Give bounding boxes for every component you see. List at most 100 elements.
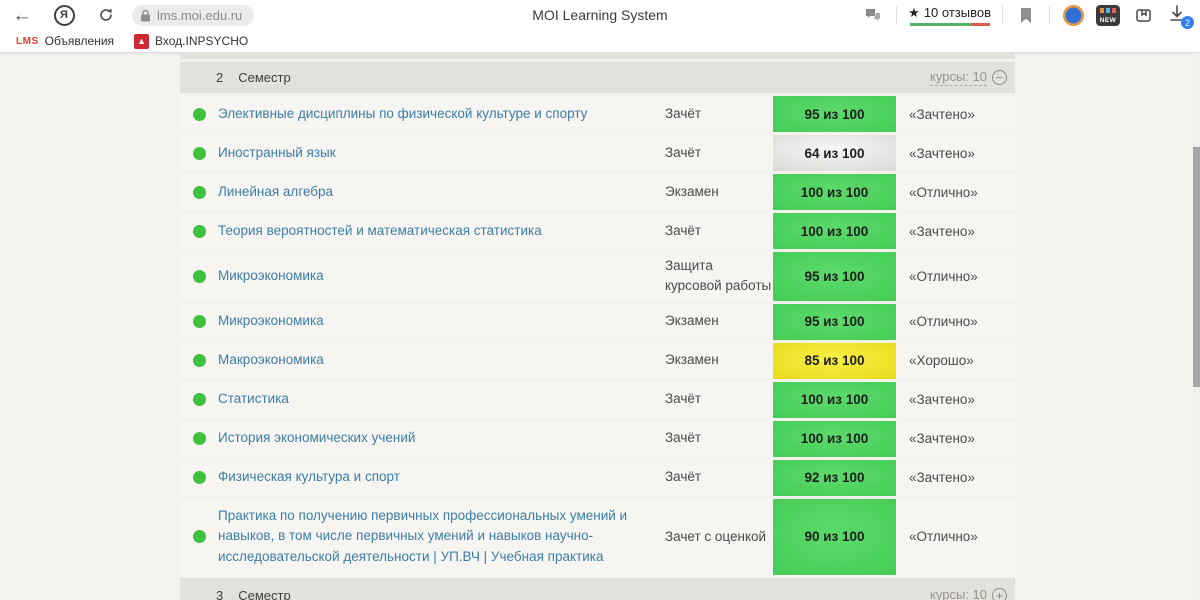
course-link[interactable]: Микроэкономика (218, 311, 324, 332)
collections-button[interactable] (1131, 3, 1155, 27)
assessment-type: Зачёт (665, 222, 702, 238)
assessment-type: Зачёт (665, 105, 702, 121)
bookmark-label: Вход.INPSYCHO (155, 34, 249, 48)
course-row: Микроэкономика Экзамен 95 из 100 «Отличн… (180, 303, 1015, 340)
courses-count-link[interactable]: курсы: 10 (930, 69, 987, 87)
dot-cell (180, 460, 218, 496)
yandex-icon: Я (53, 4, 75, 26)
yandex-browser-button[interactable]: Я (52, 3, 76, 27)
status-dot-icon (192, 107, 206, 121)
course-name-cell: Линейная алгебра (218, 174, 665, 210)
status-dot-icon (192, 354, 206, 367)
rating-label: 10 отзывов (923, 5, 991, 20)
previous-section-tail (180, 53, 1015, 59)
lms-favicon: LMS (16, 35, 39, 47)
course-name-cell: Теория вероятностей и математическая ста… (218, 213, 665, 249)
score-badge: 92 из 100 (773, 459, 896, 496)
courses-count-link[interactable]: курсы: 10 (930, 587, 987, 600)
course-link[interactable]: Микроэкономика (218, 266, 324, 287)
course-name-cell: Статистика (218, 382, 665, 418)
refresh-icon (100, 8, 112, 21)
course-link[interactable]: Практика по получению первичных професси… (218, 506, 655, 569)
grade-text: «Зачтено» (909, 223, 975, 239)
extension-new-button[interactable]: NEW (1096, 3, 1120, 27)
dot-cell (180, 382, 218, 418)
status-dot-icon (192, 269, 206, 283)
score-badge: 100 из 100 (773, 174, 896, 210)
assessment-type: Защита курсовой работы (665, 258, 772, 294)
bookmark-button[interactable] (1014, 3, 1038, 27)
course-link[interactable]: Физическая культура и спорт (218, 467, 400, 488)
status-dot-icon (192, 185, 206, 199)
site-rating-button[interactable]: ★ 10 отзывов (908, 5, 991, 26)
back-button[interactable]: ← (10, 3, 34, 27)
assessment-type: Зачёт (665, 469, 702, 485)
chat-bubbles-icon (866, 9, 881, 21)
score-badge: 95 из 100 (773, 303, 896, 340)
bookmark-item-announcements[interactable]: LMS Объявления (10, 34, 120, 48)
star-icon: ★ (908, 4, 920, 20)
downloads-button[interactable]: 2 (1166, 3, 1194, 29)
grade-text: «Зачтено» (909, 470, 975, 485)
course-link[interactable]: Линейная алгебра (218, 182, 333, 203)
grade-text: «Хорошо» (909, 353, 974, 368)
course-link[interactable]: История экономических учений (218, 428, 415, 449)
score-badge: 100 из 100 (773, 213, 896, 249)
new-badge: NEW (1099, 16, 1117, 24)
course-row: История экономических учений Зачёт 100 и… (180, 420, 1015, 457)
score-badge: 64 из 100 (773, 135, 896, 171)
status-dot-icon (192, 471, 206, 484)
course-link[interactable]: Макроэкономика (218, 350, 324, 371)
score-badge: 90 из 100 (773, 498, 896, 576)
course-name-cell: Микроэкономика (218, 304, 665, 340)
new-extension-icon: NEW (1096, 4, 1120, 26)
expand-icon[interactable]: + (992, 587, 1007, 600)
dot-cell (180, 343, 218, 379)
assessment-type: Зачёт (665, 144, 702, 160)
feedback-button[interactable] (861, 3, 885, 27)
semester-footer-right: курсы: 10 + (930, 587, 1007, 600)
refresh-button[interactable] (94, 3, 118, 27)
collapse-icon[interactable]: − (992, 70, 1007, 85)
bookmarks-bar: LMS Объявления ▲ Вход.INPSYCHO (0, 30, 1200, 53)
course-row: Практика по получению первичных професси… (180, 498, 1015, 576)
score-badge: 85 из 100 (773, 342, 896, 379)
course-rows: Элективные дисциплины по физической куль… (180, 96, 1015, 576)
course-link[interactable]: Статистика (218, 389, 289, 410)
page-content: 2 Семестр курсы: 10 − Элективные дисципл… (0, 53, 1200, 600)
course-name-cell: Иностранный язык (218, 135, 665, 171)
grade-text: «Отлично» (909, 529, 978, 545)
semester-footer[interactable]: 3 Семестр курсы: 10 + (180, 578, 1015, 600)
score-badge: 100 из 100 (773, 420, 896, 457)
lock-icon (141, 9, 150, 21)
semester-header[interactable]: 2 Семестр курсы: 10 − (180, 62, 1015, 93)
course-name-cell: Практика по получению первичных професси… (218, 499, 665, 576)
assessment-type: Зачёт (665, 430, 702, 446)
status-dot-icon (192, 432, 206, 445)
course-name-cell: Физическая культура и спорт (218, 460, 665, 496)
extension-browser-button[interactable] (1061, 3, 1085, 27)
assessment-type: Экзамен (665, 352, 719, 368)
semester-number: 2 (216, 70, 224, 85)
dot-cell (180, 252, 218, 301)
course-name-cell: Макроэкономика (218, 343, 665, 379)
assessment-type: Зачёт (665, 391, 702, 407)
browser-window: ← Я lms.moi.edu.ru MOI Learning System ★… (0, 0, 1200, 600)
rating-bar (909, 22, 990, 26)
browser-toolbar: ← Я lms.moi.edu.ru MOI Learning System ★… (0, 0, 1200, 30)
scrollbar-thumb[interactable] (1193, 147, 1200, 387)
course-link[interactable]: Иностранный язык (218, 143, 336, 164)
course-link[interactable]: Элективные дисциплины по физической куль… (218, 104, 587, 125)
bookmark-item-inpsycho[interactable]: ▲ Вход.INPSYCHO (128, 33, 254, 49)
semester-number: 3 (216, 587, 224, 600)
dot-cell (180, 135, 218, 171)
course-row: Статистика Зачёт 100 из 100 «Зачтено» (180, 381, 1015, 418)
divider (896, 6, 898, 24)
semester-label: Семестр (238, 70, 291, 85)
status-dot-icon (192, 393, 206, 406)
address-bar[interactable]: lms.moi.edu.ru (132, 4, 255, 26)
course-link[interactable]: Теория вероятностей и математическая ста… (218, 221, 542, 242)
grades-table: 2 Семестр курсы: 10 − Элективные дисципл… (180, 53, 1015, 600)
assessment-type: Экзамен (665, 183, 719, 199)
url-text: lms.moi.edu.ru (157, 7, 243, 23)
